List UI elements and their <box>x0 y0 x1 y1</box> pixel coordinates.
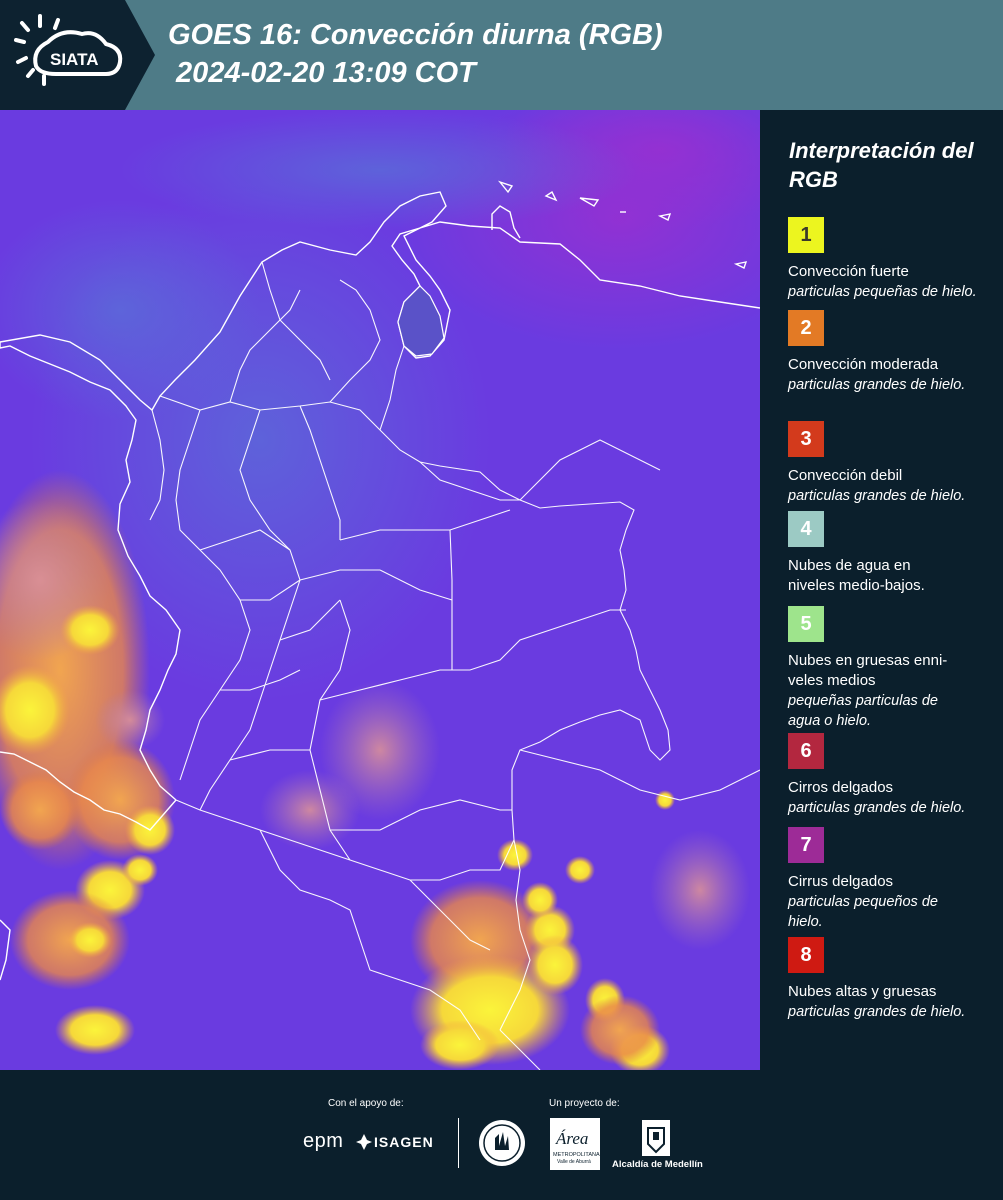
legend-desc-8: particulas grandes de hielo. <box>788 1004 966 1020</box>
legend-label-8: Nubes altas y gruesas <box>788 983 937 1000</box>
legend-swatch-3: 3 <box>788 421 824 457</box>
legend-desc-5: pequeñas particulas de agua o hielo. <box>788 693 938 729</box>
legend-item-3: 3 Convección debil particulas grandes de… <box>788 421 1000 506</box>
satellite-map-canvas <box>0 110 760 1070</box>
legend-swatch-1: 1 <box>788 217 824 253</box>
svg-text:METROPOLITANA: METROPOLITANA <box>553 1152 600 1158</box>
legend-desc-2: particulas grandes de hielo. <box>788 377 966 393</box>
support-label: Con el apoyo de: <box>328 1098 404 1109</box>
medellin-seal-logo[interactable] <box>477 1118 527 1168</box>
legend-desc-1: particulas pequeñas de hielo. <box>788 284 977 300</box>
legend-item-1: 1 Convección fuerte particulas pequeñas … <box>788 217 1000 302</box>
page-title: GOES 16: Convección diurna (RGB) 2024-02… <box>168 19 663 89</box>
legend-item-4: 4 Nubes de agua en niveles medio-bajos. <box>788 511 1000 596</box>
legend-swatch-5: 5 <box>788 606 824 642</box>
legend-item-7: 7 Cirrus delgados particulas pequeños de… <box>788 827 1000 932</box>
legend-swatch-2: 2 <box>788 310 824 346</box>
legend-label-5: Nubes en gruesas enni-veles medios <box>788 652 948 689</box>
legend-label-7: Cirrus delgados <box>788 873 894 890</box>
isagen-logo[interactable]: ISAGEN <box>374 1134 434 1150</box>
svg-text:Valle de Aburrá: Valle de Aburrá <box>557 1159 591 1165</box>
legend-desc-6: particulas grandes de hielo. <box>788 800 966 816</box>
legend-item-2: 2 Convección moderada particulas grandes… <box>788 310 1000 395</box>
footer: Con el apoyo de: Un proyecto de: epm ISA… <box>0 1070 1003 1200</box>
legend-item-5: 5 Nubes en gruesas enni-veles medios peq… <box>788 606 1000 731</box>
project-label: Un proyecto de: <box>549 1098 620 1109</box>
rgb-legend: Interpretación del RGB 1 Convección fuer… <box>760 110 1003 1070</box>
satellite-map[interactable] <box>0 110 760 1070</box>
legend-label-6: Cirros delgados <box>788 779 894 796</box>
legend-swatch-4: 4 <box>788 511 824 547</box>
epm-logo[interactable]: epm <box>303 1130 343 1153</box>
area-metropolitana-logo[interactable]: Área METROPOLITANA Valle de Aburrá <box>550 1118 600 1170</box>
isagen-icon <box>356 1134 372 1150</box>
legend-item-8: 8 Nubes altas y gruesas particulas grand… <box>788 937 1000 1022</box>
svg-text:Área: Área <box>555 1129 588 1148</box>
legend-swatch-8: 8 <box>788 937 824 973</box>
legend-desc-3: particulas grandes de hielo. <box>788 488 966 504</box>
legend-swatch-7: 7 <box>788 827 824 863</box>
legend-title: Interpretación del RGB <box>789 138 974 192</box>
alcaldia-crest-icon <box>642 1120 670 1156</box>
siata-logo[interactable]: SIATA <box>10 12 135 98</box>
header-bar: SIATA GOES 16: Convección diurna (RGB) 2… <box>0 0 1003 110</box>
siata-logo-text: SIATA <box>50 50 98 69</box>
legend-label-1: Convección fuerte <box>788 263 909 280</box>
alcaldia-label[interactable]: Alcaldía de Medellín <box>612 1159 703 1170</box>
legend-label-3: Convección debil <box>788 467 903 484</box>
legend-desc-7: particulas pequeños de hielo. <box>788 894 938 930</box>
footer-divider <box>458 1118 459 1168</box>
legend-swatch-6: 6 <box>788 733 824 769</box>
legend-label-4: Nubes de agua en niveles medio-bajos. <box>788 557 925 594</box>
legend-label-2: Convección moderada <box>788 356 939 373</box>
legend-item-6: 6 Cirros delgados particulas grandes de … <box>788 733 1000 818</box>
